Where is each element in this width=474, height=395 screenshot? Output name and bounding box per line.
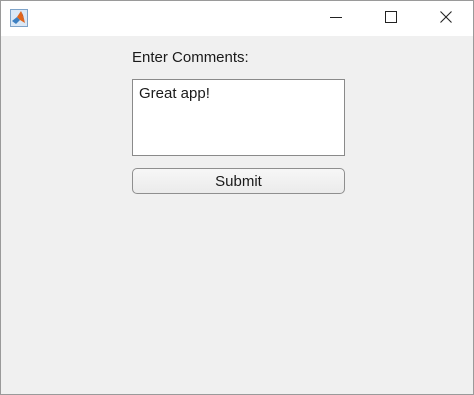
form-panel: Enter Comments: Great app! Submit — [1, 36, 473, 394]
title-bar[interactable] — [1, 1, 473, 36]
comments-text: Great app! — [139, 85, 210, 102]
close-button[interactable] — [423, 1, 469, 36]
comments-label: Enter Comments: — [132, 49, 249, 66]
comments-textarea[interactable]: Great app! — [132, 79, 345, 156]
close-icon — [440, 10, 452, 28]
maximize-icon — [385, 10, 397, 28]
submit-button[interactable]: Submit — [132, 168, 345, 194]
app-window: Enter Comments: Great app! Submit — [0, 0, 474, 395]
maximize-button[interactable] — [368, 1, 414, 36]
minimize-button[interactable] — [313, 1, 359, 36]
matlab-icon — [10, 9, 28, 27]
minimize-icon — [330, 10, 342, 28]
